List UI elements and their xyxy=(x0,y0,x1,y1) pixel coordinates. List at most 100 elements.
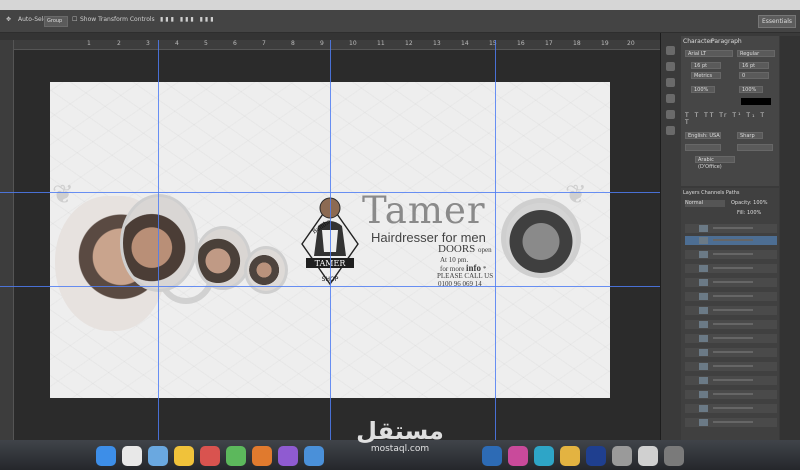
history-icon[interactable] xyxy=(666,46,675,55)
layer-row[interactable] xyxy=(685,390,777,399)
watermark-url: mostaql.com xyxy=(370,444,430,454)
dock-app-icon[interactable] xyxy=(96,446,116,466)
tab-layers[interactable]: Layers xyxy=(683,190,700,196)
guide-horizontal[interactable] xyxy=(0,286,660,287)
transform-controls-checkbox[interactable]: ☐ xyxy=(72,16,77,23)
dock-app-icon[interactable] xyxy=(122,446,142,466)
watermark-arabic: مستقل xyxy=(356,417,444,445)
tab-character[interactable]: Character xyxy=(683,38,713,45)
haircut-photo-circle-2 xyxy=(195,226,251,290)
ruler-tick: 13 xyxy=(433,40,441,47)
trash-icon[interactable] xyxy=(664,446,684,466)
dock-app-icon[interactable] xyxy=(148,446,168,466)
watermark: مستقل mostaql.com xyxy=(330,418,470,454)
layer-row[interactable] xyxy=(685,292,777,301)
layer-row[interactable] xyxy=(685,278,777,287)
guide-vertical[interactable] xyxy=(495,40,496,440)
dock-app-icon[interactable] xyxy=(534,446,554,466)
language-select[interactable]: English: USA xyxy=(685,132,721,139)
layer-row[interactable] xyxy=(685,376,777,385)
brush-icon[interactable] xyxy=(666,78,675,87)
text-color-swatch[interactable] xyxy=(741,98,771,105)
guide-vertical[interactable] xyxy=(330,40,331,440)
haircut-photo-right xyxy=(501,198,581,278)
ruler-tick: 16 xyxy=(517,40,525,47)
font-size-field[interactable]: 16 pt xyxy=(691,62,721,69)
layer-row[interactable] xyxy=(685,250,777,259)
tab-channels[interactable]: Channels xyxy=(701,190,724,196)
document-tab-strip[interactable] xyxy=(0,33,660,40)
character-icon[interactable] xyxy=(666,110,675,119)
layer-name xyxy=(713,407,753,409)
opacity-control[interactable]: Opacity: 100% xyxy=(731,200,767,206)
brand-title: Tamer xyxy=(362,189,486,232)
dock-app-icon[interactable] xyxy=(612,446,632,466)
guide-vertical[interactable] xyxy=(158,40,159,440)
layer-thumbnail xyxy=(699,279,708,286)
layer-name xyxy=(713,393,753,395)
fill-control[interactable]: Fill: 100% xyxy=(737,210,761,216)
tab-paths[interactable]: Paths xyxy=(726,190,740,196)
dock-app-icon[interactable] xyxy=(638,446,658,466)
layer-row[interactable] xyxy=(685,348,777,357)
layer-row[interactable] xyxy=(685,404,777,413)
layer-thumbnail xyxy=(699,225,708,232)
workspace-switcher[interactable]: Essentials xyxy=(758,15,796,28)
ruler-tick: 7 xyxy=(262,40,266,47)
properties-icon[interactable] xyxy=(666,62,675,71)
leading-field[interactable]: 16 pt xyxy=(739,62,769,69)
layer-row[interactable] xyxy=(685,320,777,329)
dock-app-icon[interactable] xyxy=(278,446,298,466)
text-style-buttons[interactable]: T T TT Tr T¹ T₁ T T xyxy=(685,112,775,126)
layer-row[interactable] xyxy=(685,224,777,233)
vertical-ruler[interactable] xyxy=(0,40,14,440)
kerning-select[interactable]: Metrics xyxy=(691,72,721,79)
clone-icon[interactable] xyxy=(666,94,675,103)
ruler-tick: 20 xyxy=(627,40,635,47)
anti-alias-select[interactable]: Sharp xyxy=(737,132,763,139)
font-style-select[interactable]: Regular xyxy=(737,50,775,57)
ornament-left: ❦ xyxy=(52,180,74,210)
menu-bar[interactable] xyxy=(0,0,800,10)
dock-app-icon[interactable] xyxy=(226,446,246,466)
dock-app-icon[interactable] xyxy=(508,446,528,466)
auto-select-dropdown[interactable]: Group xyxy=(44,16,68,27)
guide-horizontal[interactable] xyxy=(0,192,660,193)
fill-value[interactable]: 100% xyxy=(747,210,761,216)
layers-panel: Layers Channels Paths Normal Opacity: 10… xyxy=(681,188,779,440)
move-tool-icon[interactable]: ✥ xyxy=(6,16,11,23)
align-icons[interactable]: ▮▮▮ ▮▮▮ ▮▮▮ xyxy=(160,16,216,23)
layer-row[interactable] xyxy=(685,334,777,343)
dock-app-icon[interactable] xyxy=(174,446,194,466)
tab-paragraph[interactable]: Paragraph xyxy=(711,38,742,45)
vertical-scale-field[interactable]: 100% xyxy=(691,86,715,93)
layer-name xyxy=(713,227,753,229)
tracking-field[interactable]: 0 xyxy=(739,72,769,79)
layers-tabs[interactable]: Layers Channels Paths xyxy=(683,190,739,196)
layer-thumbnail xyxy=(699,321,708,328)
layer-thumbnail xyxy=(699,377,708,384)
opacity-value[interactable]: 100% xyxy=(753,200,767,206)
paragraph-icon[interactable] xyxy=(666,126,675,135)
dock-app-icon[interactable] xyxy=(304,446,324,466)
horizontal-ruler[interactable]: 1 2 3 4 5 6 7 8 9 10 11 12 13 14 15 16 1… xyxy=(13,40,660,50)
layer-row[interactable] xyxy=(685,264,777,273)
dock-app-icon[interactable] xyxy=(200,446,220,466)
please-call-text: PLEASE CALL US xyxy=(437,272,494,280)
layer-thumbnail xyxy=(699,251,708,258)
dock-app-icon[interactable] xyxy=(560,446,580,466)
ruler-tick: 17 xyxy=(545,40,553,47)
dock-app-icon[interactable] xyxy=(586,446,606,466)
font-family-select[interactable]: Arial LT xyxy=(685,50,733,57)
dock-app-icon[interactable] xyxy=(482,446,502,466)
paragraph-indent-field[interactable] xyxy=(685,144,721,151)
layer-row[interactable] xyxy=(685,418,777,427)
paragraph-space-field[interactable] xyxy=(737,144,773,151)
layer-row-selected[interactable] xyxy=(685,236,777,245)
layer-row[interactable] xyxy=(685,362,777,371)
horizontal-scale-field[interactable]: 100% xyxy=(739,86,763,93)
dock-app-icon[interactable] xyxy=(252,446,272,466)
layer-row[interactable] xyxy=(685,306,777,315)
digits-select[interactable]: Arabic (D'Office) xyxy=(695,156,735,170)
blend-mode-select[interactable]: Normal xyxy=(685,200,725,207)
